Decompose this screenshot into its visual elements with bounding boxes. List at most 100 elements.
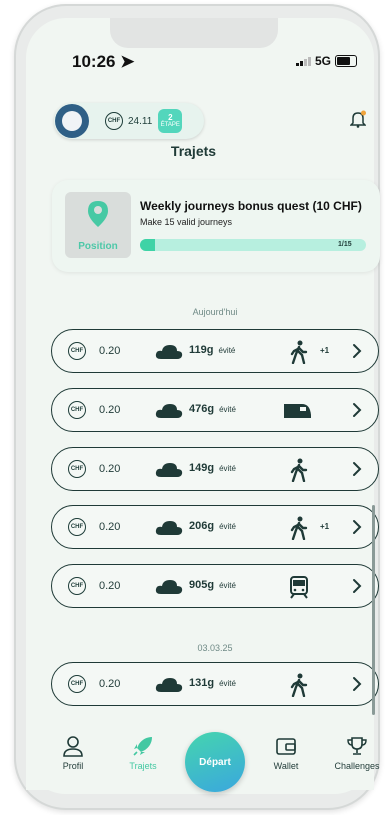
trip-extra-count: +1 [320, 346, 330, 355]
status-indicators: 5G [296, 54, 358, 68]
trip-row[interactable]: CHF 0.20 119g évité +1 [51, 329, 379, 373]
network-label: 5G [315, 54, 332, 68]
quest-title: Weekly journeys bonus quest (10 CHF) [140, 199, 362, 213]
tram-icon [290, 576, 308, 599]
trip-co2-label: évité [219, 581, 236, 590]
trip-co2-label: évité [218, 346, 236, 355]
quest-image-label: Position [78, 241, 118, 252]
tab-wallet[interactable]: Wallet [256, 735, 316, 771]
trip-co2-label: évité [219, 464, 236, 473]
wallet-icon [276, 738, 296, 755]
quest-progress-fill [140, 239, 156, 251]
battery-icon [335, 55, 358, 67]
train-icon [284, 404, 311, 418]
trophy-icon [347, 737, 367, 755]
currency-label: CHF [70, 524, 84, 530]
trip-co2: 149g évité [189, 462, 236, 474]
walk-icon [290, 516, 308, 540]
chf-coin-icon: CHF [68, 675, 86, 693]
cloud-icon [155, 463, 183, 477]
chevron-right-icon[interactable] [352, 402, 362, 418]
tab-wallet-label: Wallet [273, 761, 299, 771]
trip-amount: 0.20 [99, 580, 121, 592]
chevron-right-icon[interactable] [352, 461, 362, 477]
walk-icon [290, 458, 308, 482]
tab-profil-label: Profil [62, 761, 84, 771]
tab-trajets-label: Trajets [129, 761, 157, 771]
balance-value: 24.11 [128, 115, 153, 127]
avatar[interactable] [55, 104, 89, 138]
trip-co2-value: 476g [189, 403, 215, 415]
trip-co2-value: 131g [189, 677, 215, 689]
currency-label: CHF [70, 681, 84, 687]
chevron-right-icon[interactable] [352, 676, 362, 692]
etape-label: ÉTAPE [160, 122, 180, 128]
page-title: Trajets [170, 143, 217, 159]
location-pin-icon [88, 201, 108, 227]
quest-progress-bar [140, 239, 366, 251]
chevron-right-icon[interactable] [352, 578, 362, 594]
trip-extra-count: +1 [320, 522, 330, 531]
trip-row[interactable]: CHF 0.20 905g évité [51, 564, 379, 608]
trip-co2: 119g évité [189, 344, 235, 356]
status-time: 10:26 ➤ [72, 52, 134, 72]
trip-row[interactable]: CHF 0.20 131g évité [51, 662, 379, 706]
scrollbar[interactable] [372, 505, 375, 715]
chevron-right-icon[interactable] [352, 519, 362, 535]
trip-amount: 0.20 [99, 678, 121, 690]
currency-label: CHF [107, 118, 121, 124]
trip-row[interactable]: CHF 0.20 206g évité +1 [51, 505, 379, 549]
currency-label: CHF [70, 466, 84, 472]
currency-label: CHF [70, 348, 84, 354]
currency-label: CHF [70, 407, 84, 413]
trip-amount: 0.20 [99, 521, 121, 533]
trip-row[interactable]: CHF 0.20 476g évité [51, 388, 379, 432]
rocket-icon [133, 737, 152, 756]
depart-button[interactable]: Départ [185, 732, 245, 792]
profile-balance-pill[interactable]: CHF 24.11 2 ÉTAPE [54, 103, 204, 139]
chf-coin-icon: CHF [68, 401, 86, 419]
chf-coin-icon: CHF [68, 460, 86, 478]
currency-label: CHF [70, 583, 84, 589]
trip-amount: 0.20 [99, 345, 121, 357]
trip-amount: 0.20 [99, 463, 121, 475]
quest-progress-label: 1/15 [338, 241, 352, 248]
section-date-past: 03.03.25 [197, 643, 233, 653]
tab-challenges[interactable]: Challenges [327, 735, 387, 771]
location-arrow-icon: ➤ [120, 52, 135, 71]
bell-icon[interactable] [350, 110, 366, 128]
trip-co2-value: 149g [189, 462, 215, 474]
quest-subtitle: Make 15 valid journeys [140, 217, 233, 227]
quest-image: Position [65, 192, 131, 258]
walk-icon [290, 340, 308, 364]
chf-coin-icon: CHF [68, 577, 86, 595]
trip-co2: 131g évité [189, 677, 236, 689]
trip-co2: 206g évité [189, 520, 236, 532]
section-date-today: Aujourd'hui [192, 307, 238, 317]
signal-icon [296, 56, 311, 66]
walk-icon [290, 673, 308, 697]
tab-profil[interactable]: Profil [43, 735, 103, 771]
cloud-icon [155, 521, 183, 535]
status-time-text: 10:26 [72, 52, 116, 71]
cloud-icon [155, 404, 183, 418]
trip-co2: 905g évité [189, 579, 236, 591]
cloud-icon [155, 678, 183, 692]
cloud-icon [155, 580, 183, 594]
person-icon [63, 736, 83, 757]
trip-co2-value: 119g [189, 344, 214, 356]
trip-co2-value: 905g [189, 579, 215, 591]
chevron-right-icon[interactable] [352, 343, 362, 359]
cloud-icon [155, 345, 183, 359]
notch [110, 18, 278, 48]
tab-challenges-label: Challenges [334, 761, 380, 771]
chf-coin-icon: CHF [105, 112, 123, 130]
trip-co2-label: évité [219, 405, 236, 414]
chf-coin-icon: CHF [68, 342, 86, 360]
trip-row[interactable]: CHF 0.20 149g évité [51, 447, 379, 491]
tab-trajets[interactable]: Trajets [113, 735, 173, 771]
trip-co2-label: évité [219, 679, 236, 688]
quest-card[interactable]: Position Weekly journeys bonus quest (10… [52, 180, 380, 272]
trip-co2: 476g évité [189, 403, 236, 415]
etape-count: 2 [168, 113, 173, 122]
